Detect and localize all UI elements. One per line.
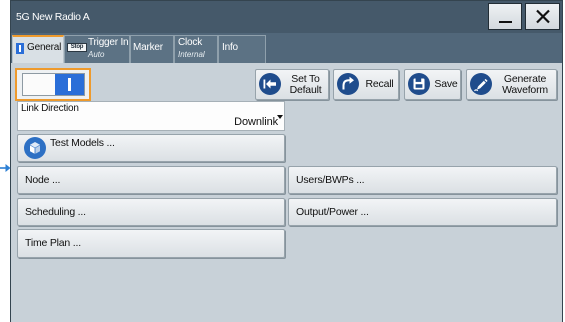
link-direction-select[interactable]: Link Direction Downlink <box>17 101 285 131</box>
tab-clock[interactable]: Clock Internal <box>174 35 218 63</box>
generate-waveform-label: Generate Waveform <box>494 70 556 99</box>
tab-general[interactable]: General <box>12 35 64 63</box>
state-on-indicator <box>55 74 84 95</box>
tab-label: Clock <box>178 37 203 48</box>
tab-marker[interactable]: Marker <box>130 35 174 63</box>
state-on-icon <box>16 43 24 54</box>
save-label: Save <box>434 78 458 90</box>
time-plan-label: Time Plan ... <box>25 237 81 249</box>
close-icon <box>536 9 550 24</box>
label-line-2: Waveform <box>502 83 548 96</box>
trigger-stop-badge: Stop <box>67 43 87 52</box>
output-power-label: Output/Power ... <box>296 206 369 218</box>
output-power-button[interactable]: Output/Power ... <box>288 198 557 226</box>
tab-info[interactable]: Info <box>218 35 266 63</box>
test-models-label: Test Models ... <box>50 137 115 149</box>
recall-button[interactable]: Recall <box>333 69 399 100</box>
recall-label-wrap: Recall <box>361 70 398 99</box>
label-line-2: Default <box>289 83 322 96</box>
generate-waveform-button[interactable]: Generate Waveform <box>466 69 557 100</box>
save-button[interactable]: Save <box>404 69 461 100</box>
generate-waveform-icon <box>470 73 492 95</box>
users-bwps-label: Users/BWPs ... <box>296 174 365 186</box>
test-models-icon <box>24 137 46 159</box>
save-label-wrap: Save <box>432 70 460 99</box>
tab-label: Info <box>222 42 238 53</box>
set-to-default-label: Set To Default <box>283 70 328 99</box>
pointer-arrow-icon <box>0 164 11 172</box>
tab-label: General <box>27 42 62 53</box>
test-models-button[interactable]: Test Models ... <box>17 134 285 162</box>
tab-bar: General Stop Trigger In Auto Marker Cloc… <box>11 33 562 63</box>
tab-trigger-in[interactable]: Stop Trigger In Auto <box>64 35 130 63</box>
tab-label: Marker <box>133 42 163 53</box>
node-label: Node ... <box>25 174 61 186</box>
close-button[interactable] <box>525 3 560 30</box>
title-bar[interactable]: 5G New Radio A <box>11 1 562 33</box>
link-direction-label: Link Direction <box>21 103 79 114</box>
label-line-1: Generate <box>503 72 547 85</box>
time-plan-button[interactable]: Time Plan ... <box>17 229 285 258</box>
window-title: 5G New Radio A <box>16 11 90 23</box>
tab-sublabel: Internal <box>178 50 205 59</box>
recall-label: Recall <box>365 78 394 90</box>
node-button[interactable]: Node ... <box>17 166 285 194</box>
state-toggle[interactable] <box>15 68 91 101</box>
state-on-icon <box>68 78 71 91</box>
set-default-icon <box>259 73 281 95</box>
minimize-button[interactable] <box>488 3 522 30</box>
general-settings-panel: Set To Default Recall Save Generate Wave… <box>11 63 562 322</box>
label-line-1: Set To <box>291 72 320 85</box>
scheduling-label: Scheduling ... <box>25 206 86 218</box>
minimize-icon <box>499 21 512 23</box>
set-to-default-button[interactable]: Set To Default <box>255 69 329 100</box>
link-direction-value: Downlink <box>234 116 278 128</box>
recall-icon <box>337 73 359 95</box>
dialog-window: 5G New Radio A General Stop Trigger In A… <box>10 0 563 322</box>
state-switch[interactable] <box>22 73 85 96</box>
save-icon <box>408 73 430 95</box>
users-bwps-button[interactable]: Users/BWPs ... <box>288 166 557 194</box>
tab-label: Trigger In <box>88 37 129 48</box>
scheduling-button[interactable]: Scheduling ... <box>17 198 285 226</box>
tab-sublabel: Auto <box>88 50 105 59</box>
